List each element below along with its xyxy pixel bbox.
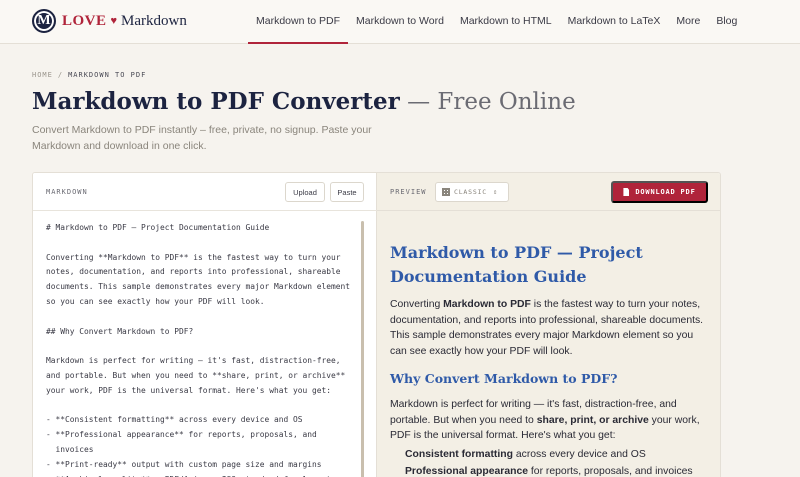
markdown-editor-pane: MARKDOWN Upload Paste # Markdown to PDF …	[33, 173, 377, 477]
download-pdf-button[interactable]: DOWNLOAD PDF	[611, 181, 708, 203]
logo-wordmark: LOVE ♥ Markdown	[62, 13, 187, 30]
preview-heading-1: Markdown to PDF — Project Documentation …	[390, 243, 643, 286]
logo-name-text: Markdown	[121, 12, 187, 29]
breadcrumb-current: MARKDOWN TO PDF	[68, 71, 147, 79]
nav-link-more[interactable]: More	[668, 0, 708, 44]
download-pdf-label: DOWNLOAD PDF	[635, 188, 696, 196]
chevron-updown-icon: ⇕	[493, 188, 499, 196]
preview-p1-pre: Converting	[390, 299, 444, 310]
grid-icon	[442, 188, 450, 196]
breadcrumb-separator: /	[57, 71, 64, 79]
breadcrumb: HOME / MARKDOWN TO PDF	[32, 71, 146, 79]
nav-link-blog[interactable]: Blog	[708, 0, 745, 44]
logo-love-text: LOVE	[62, 12, 107, 29]
theme-select-value: CLASSIC	[454, 188, 487, 196]
nav-links: Markdown to PDF Markdown to Word Markdow…	[248, 0, 745, 44]
code-line: notes, documentation, and reports into p…	[46, 267, 341, 277]
code-line: ## Why Convert Markdown to PDF?	[46, 326, 194, 336]
editor-label: MARKDOWN	[46, 188, 88, 196]
preview-list-item: Consistent formatting across every devic…	[405, 447, 646, 462]
preview-paragraph-1: Converting Markdown to PDF is the fastes…	[390, 297, 710, 359]
code-line: - **Archival quality** — PDF/A is an ISO…	[46, 473, 362, 477]
preview-list-item-text: across every device and OS	[512, 449, 646, 460]
converter-card: MARKDOWN Upload Paste # Markdown to PDF …	[32, 172, 721, 477]
editor-header: MARKDOWN Upload Paste	[33, 173, 377, 211]
code-line: - **Professional appearance** for report…	[46, 430, 317, 440]
code-line: - **Consistent formatting** across every…	[46, 415, 303, 425]
markdown-textarea[interactable]: # Markdown to PDF — Project Documentatio…	[46, 221, 362, 477]
paste-button[interactable]: Paste	[330, 182, 364, 202]
code-line: invoices	[46, 444, 94, 454]
theme-select[interactable]: CLASSIC ⇕	[435, 182, 509, 202]
nav-link-markdown-to-latex[interactable]: Markdown to LaTeX	[560, 0, 669, 44]
page-title-suffix: — Free Online	[399, 89, 576, 115]
code-line: documents. This sample demonstrates ever…	[46, 282, 351, 292]
nav-link-markdown-to-pdf[interactable]: Markdown to PDF	[248, 0, 349, 44]
upload-button[interactable]: Upload	[285, 182, 325, 202]
site-logo[interactable]: M LOVE ♥ Markdown	[32, 9, 187, 33]
code-line: Markdown is perfect for writing — it's f…	[46, 356, 341, 366]
code-line: so you can see exactly how your PDF will…	[46, 296, 265, 306]
preview-list-item: Professional appearance for reports, pro…	[405, 464, 693, 477]
file-icon	[623, 188, 630, 196]
code-line: and portable. But when you need to **sha…	[46, 370, 346, 380]
code-line: # Markdown to PDF — Project Documentatio…	[46, 223, 270, 232]
preview-p2-bold: share, print, or archive	[536, 414, 649, 426]
page-subtitle: Convert Markdown to PDF instantly – free…	[32, 124, 372, 152]
code-line: - **Print-ready** output with custom pag…	[46, 459, 322, 469]
code-line: Converting **Markdown to PDF** is the fa…	[46, 252, 341, 262]
editor-scrollbar[interactable]	[361, 221, 364, 477]
preview-list-item-bold: Consistent formatting	[405, 449, 513, 460]
preview-header: PREVIEW CLASSIC ⇕ DOWNLOAD PDF	[377, 173, 720, 211]
page-title-main: Markdown to PDF Converter	[32, 88, 400, 115]
preview-heading-2: Why Convert Markdown to PDF?	[390, 371, 618, 386]
preview-label: PREVIEW	[390, 188, 427, 196]
breadcrumb-home[interactable]: HOME	[32, 71, 53, 79]
nav-link-markdown-to-html[interactable]: Markdown to HTML	[452, 0, 560, 44]
top-nav: M LOVE ♥ Markdown Markdown to PDF Markdo…	[0, 0, 800, 44]
heart-icon: ♥	[110, 15, 118, 27]
m-circle-icon: M	[32, 9, 56, 33]
preview-list-item-bold: Professional appearance	[405, 466, 529, 477]
code-line: your work, PDF is the universal format. …	[46, 385, 332, 395]
preview-pane: PREVIEW CLASSIC ⇕ DOWNLOAD PDF Markdown …	[377, 173, 720, 477]
page-title: Markdown to PDF Converter — Free Online	[32, 88, 576, 115]
nav-link-markdown-to-word[interactable]: Markdown to Word	[348, 0, 452, 44]
preview-list-item-text: for reports, proposals, and invoices	[528, 466, 693, 477]
preview-paragraph-2: Markdown is perfect for writing — it's f…	[390, 397, 710, 444]
preview-p1-bold: Markdown to PDF	[443, 299, 531, 310]
